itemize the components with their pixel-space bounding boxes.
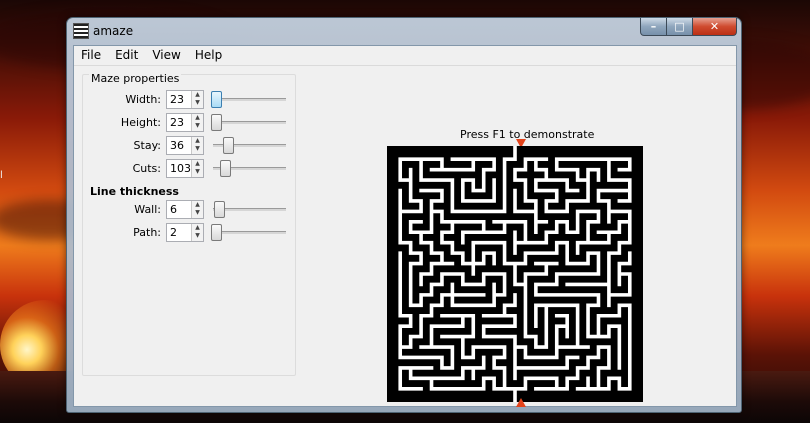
main-content: Maze properties Line thickness Width: 23 ▲… — [74, 65, 736, 407]
minimize-button[interactable]: – — [640, 18, 667, 36]
wall-row: Wall: 6 ▲ ▼ — [83, 199, 295, 221]
stay-slider-thumb[interactable] — [223, 137, 234, 154]
width-spinbox[interactable]: 23 ▲ ▼ — [166, 90, 204, 109]
stay-label: Stay: — [133, 139, 161, 152]
height-spin-buttons: ▲ ▼ — [191, 114, 203, 131]
path-label: Path: — [133, 226, 161, 239]
height-row: Height: 23 ▲ ▼ — [83, 112, 295, 134]
spin-down-icon[interactable]: ▼ — [192, 99, 203, 107]
cuts-row: Cuts: 103 ▲ ▼ — [83, 158, 295, 180]
spin-down-icon[interactable]: ▼ — [192, 168, 203, 176]
stay-row: Stay: 36 ▲ ▼ — [83, 135, 295, 157]
wall-slider-thumb[interactable] — [214, 201, 225, 218]
cuts-label: Cuts: — [132, 162, 161, 175]
cuts-slider-thumb[interactable] — [220, 160, 231, 177]
line-thickness-title: Line thickness — [90, 185, 179, 198]
path-row: Path: 2 ▲ ▼ — [83, 222, 295, 244]
maze-exit-arrow-icon — [516, 398, 526, 407]
width-spin-buttons: ▲ ▼ — [191, 91, 203, 108]
width-slider-track — [213, 98, 286, 101]
wall-spin-buttons: ▲ ▼ — [191, 201, 203, 218]
client-area: File Edit View Help Maze properties Line… — [73, 45, 737, 407]
app-window: amaze – □ ✕ File Edit View Help Maze pro… — [66, 17, 742, 413]
height-spinbox[interactable]: 23 ▲ ▼ — [166, 113, 204, 132]
cuts-spinbox[interactable]: 103 ▲ ▼ — [166, 159, 204, 178]
path-slider-thumb[interactable] — [211, 224, 222, 241]
close-button[interactable]: ✕ — [693, 18, 737, 36]
wall-spinbox[interactable]: 6 ▲ ▼ — [166, 200, 204, 219]
height-label: Height: — [120, 116, 161, 129]
stay-slider[interactable] — [211, 135, 286, 155]
path-slider[interactable] — [211, 222, 286, 242]
menu-file[interactable]: File — [74, 46, 108, 65]
path-spinbox[interactable]: 2 ▲ ▼ — [166, 223, 204, 242]
menu-bar: File Edit View Help — [74, 46, 736, 65]
wall-label: Wall: — [134, 203, 161, 216]
stay-spinbox[interactable]: 36 ▲ ▼ — [166, 136, 204, 155]
maximize-icon: □ — [674, 20, 685, 33]
spin-down-icon[interactable]: ▼ — [192, 145, 203, 153]
demo-hint: Press F1 to demonstrate — [460, 128, 595, 141]
close-icon: ✕ — [709, 20, 720, 33]
spin-up-icon[interactable]: ▲ — [192, 224, 203, 232]
cuts-slider[interactable] — [211, 158, 286, 178]
height-slider[interactable] — [211, 112, 286, 132]
wall-slider[interactable] — [211, 199, 286, 219]
width-row: Width: 23 ▲ ▼ — [83, 89, 295, 111]
wall-value: 6 — [170, 203, 177, 216]
desktop-edge-text: l — [0, 170, 3, 181]
minimize-icon: – — [650, 20, 657, 33]
menu-help[interactable]: Help — [188, 46, 229, 65]
title-bar[interactable]: amaze – □ ✕ — [67, 18, 741, 44]
cuts-value: 103 — [170, 162, 191, 175]
menu-view[interactable]: View — [145, 46, 187, 65]
width-value: 23 — [170, 93, 184, 106]
spin-up-icon[interactable]: ▲ — [192, 91, 203, 99]
stay-spin-buttons: ▲ ▼ — [191, 137, 203, 154]
path-spin-buttons: ▲ ▼ — [191, 224, 203, 241]
menu-edit[interactable]: Edit — [108, 46, 145, 65]
spin-up-icon[interactable]: ▲ — [192, 114, 203, 122]
window-controls: – □ ✕ — [640, 18, 737, 36]
height-slider-track — [213, 121, 286, 124]
maze-properties-group: Maze properties Line thickness Width: 23 ▲… — [82, 72, 296, 376]
spin-down-icon[interactable]: ▼ — [192, 209, 203, 217]
height-value: 23 — [170, 116, 184, 129]
spin-down-icon[interactable]: ▼ — [192, 122, 203, 130]
maze-canvas[interactable] — [387, 146, 643, 402]
window-title: amaze — [93, 24, 134, 38]
cuts-spin-buttons: ▲ ▼ — [191, 160, 203, 177]
stay-value: 36 — [170, 139, 184, 152]
spin-up-icon[interactable]: ▲ — [192, 160, 203, 168]
width-slider[interactable] — [211, 89, 286, 109]
maze-app-icon — [73, 23, 89, 39]
height-slider-thumb[interactable] — [211, 114, 222, 131]
maximize-button[interactable]: □ — [667, 18, 693, 36]
path-slider-track — [213, 231, 286, 234]
width-slider-thumb[interactable] — [211, 91, 222, 108]
spin-down-icon[interactable]: ▼ — [192, 232, 203, 240]
spin-up-icon[interactable]: ▲ — [192, 201, 203, 209]
spin-up-icon[interactable]: ▲ — [192, 137, 203, 145]
path-value: 2 — [170, 226, 177, 239]
maze-properties-title: Maze properties — [89, 72, 182, 85]
width-label: Width: — [125, 93, 161, 106]
